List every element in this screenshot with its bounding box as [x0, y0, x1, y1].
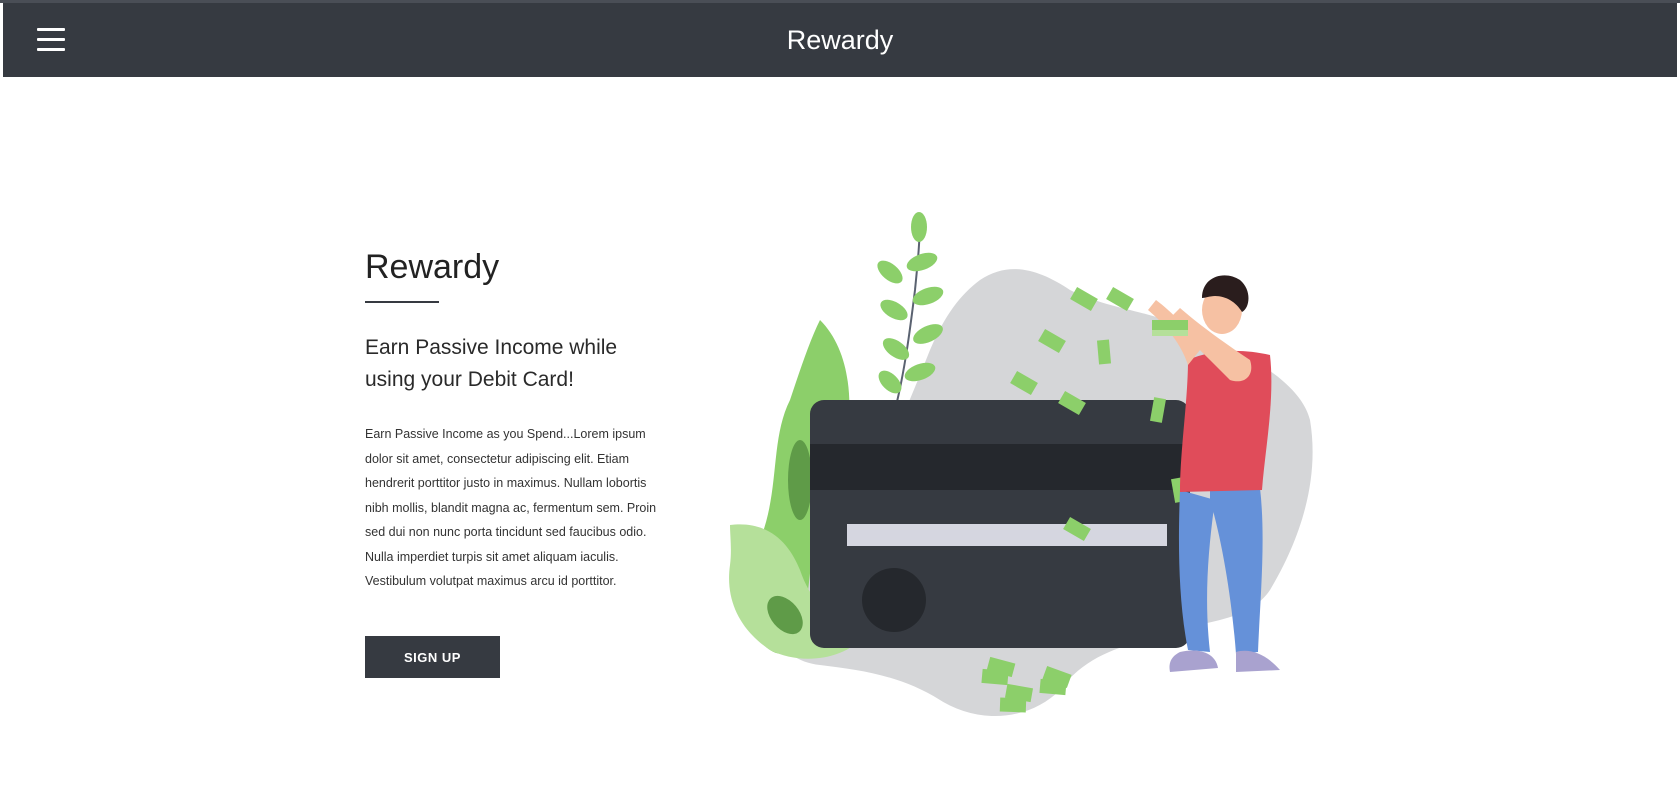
navbar: Rewardy: [3, 3, 1677, 77]
green-flame-spot: [788, 440, 812, 520]
hero-illustration: [729, 212, 1313, 717]
hero-title: Rewardy: [365, 248, 500, 286]
hero-subtitle: Earn Passive Income while using your Deb…: [365, 336, 618, 391]
navbar-title: Rewardy: [786, 25, 894, 55]
debit-card-illustration: [810, 400, 1190, 648]
hero-body-text: Earn Passive Income as you Spend...Lorem…: [365, 427, 657, 588]
title-underline: [365, 301, 439, 303]
signup-button[interactable]: SIGN UP: [365, 636, 500, 678]
